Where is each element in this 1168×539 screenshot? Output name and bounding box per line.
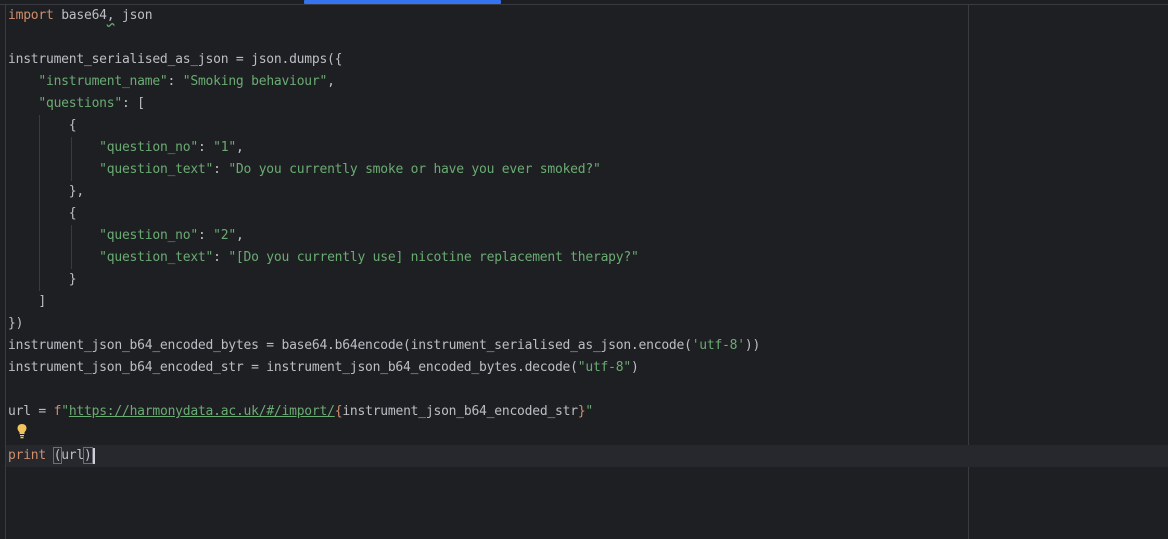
code-token: import — [8, 8, 54, 23]
code-line[interactable]: instrument_serialised_as_json = json.dum… — [8, 49, 760, 71]
code-token: , — [235, 140, 244, 155]
code-token: url = — [8, 404, 54, 419]
lightbulb-icon[interactable] — [16, 423, 28, 439]
code-token: 'utf-8' — [691, 338, 745, 353]
code-line[interactable] — [8, 27, 760, 49]
code-token: "question_text" — [99, 162, 214, 177]
code-token: instrument_json_b64_encoded_bytes = base… — [8, 338, 692, 353]
code-token: )) — [744, 338, 761, 353]
code-line[interactable]: "question_text": "Do you currently smoke… — [8, 159, 760, 181]
code-token: "[Do you currently use] nicotine replace… — [228, 250, 639, 265]
code-token: { — [8, 118, 77, 133]
code-line[interactable]: { — [8, 203, 760, 225]
code-line[interactable]: { — [8, 115, 760, 137]
code-line[interactable]: ] — [8, 291, 760, 313]
code-line[interactable]: print (url) — [8, 445, 760, 467]
code-token: instrument_json_b64_encoded_str = instru… — [8, 360, 578, 375]
text-caret — [92, 447, 95, 464]
code-token: "Smoking behaviour" — [182, 74, 328, 89]
code-line[interactable] — [8, 423, 760, 445]
code-token: : — [167, 74, 183, 89]
code-token: https://harmonydata.ac.uk/#/import/ — [68, 404, 335, 419]
code-line[interactable]: "questions": [ — [8, 93, 760, 115]
code-token: "question_no" — [99, 228, 198, 243]
code-token: "instrument_name" — [38, 74, 168, 89]
code-line[interactable]: } — [8, 269, 760, 291]
code-editor[interactable]: import base64, json instrument_serialised… — [0, 0, 1168, 539]
code-token: }) — [8, 316, 24, 331]
code-token: }, — [8, 184, 84, 199]
code-token: base64 — [53, 8, 107, 23]
code-token: : — [213, 162, 229, 177]
code-token: " — [585, 404, 594, 419]
code-line[interactable] — [8, 379, 760, 401]
code-token: : — [197, 228, 214, 243]
code-line[interactable]: }, — [8, 181, 760, 203]
code-token: instrument_json_b64_encoded_str — [342, 404, 578, 419]
code-line[interactable]: import base64, json — [8, 5, 760, 27]
code-line[interactable]: }) — [8, 313, 760, 335]
code-line[interactable]: "question_no": "1", — [8, 137, 760, 159]
code-token: "question_text" — [99, 250, 214, 265]
code-token: { — [8, 206, 77, 221]
code-line[interactable]: "instrument_name": "Smoking behaviour", — [8, 71, 760, 93]
code-token: "Do you currently smoke or have you ever… — [228, 162, 601, 177]
code-token: ) — [630, 360, 639, 375]
code-token: : — [213, 250, 229, 265]
code-token: "utf-8" — [577, 360, 631, 375]
code-token: } — [8, 272, 77, 287]
code-token: : [ — [121, 96, 145, 111]
code-line[interactable]: instrument_json_b64_encoded_str = instru… — [8, 357, 760, 379]
code-token: ) — [83, 447, 93, 464]
code-token: json — [114, 8, 153, 23]
code-token: , — [327, 74, 335, 89]
code-token: "1" — [213, 140, 236, 155]
code-token: "2" — [213, 228, 236, 243]
code-token: url — [61, 448, 84, 463]
code-token: "questions" — [38, 96, 122, 111]
code-token: " — [61, 404, 69, 419]
code-token: , — [235, 228, 244, 243]
code-token: : — [197, 140, 214, 155]
code-line[interactable]: "question_text": "[Do you currently use]… — [8, 247, 760, 269]
code-line[interactable]: url = f"https://harmonydata.ac.uk/#/impo… — [8, 401, 760, 423]
code-token: instrument_serialised_as_json = json.dum… — [8, 52, 343, 67]
code-lines[interactable]: import base64, json instrument_serialised… — [8, 5, 760, 467]
code-token: ] — [8, 294, 46, 309]
code-token: "question_no" — [99, 140, 198, 155]
code-token: print — [8, 448, 46, 463]
code-line[interactable]: "question_no": "2", — [8, 225, 760, 247]
code-line[interactable]: instrument_json_b64_encoded_bytes = base… — [8, 335, 760, 357]
